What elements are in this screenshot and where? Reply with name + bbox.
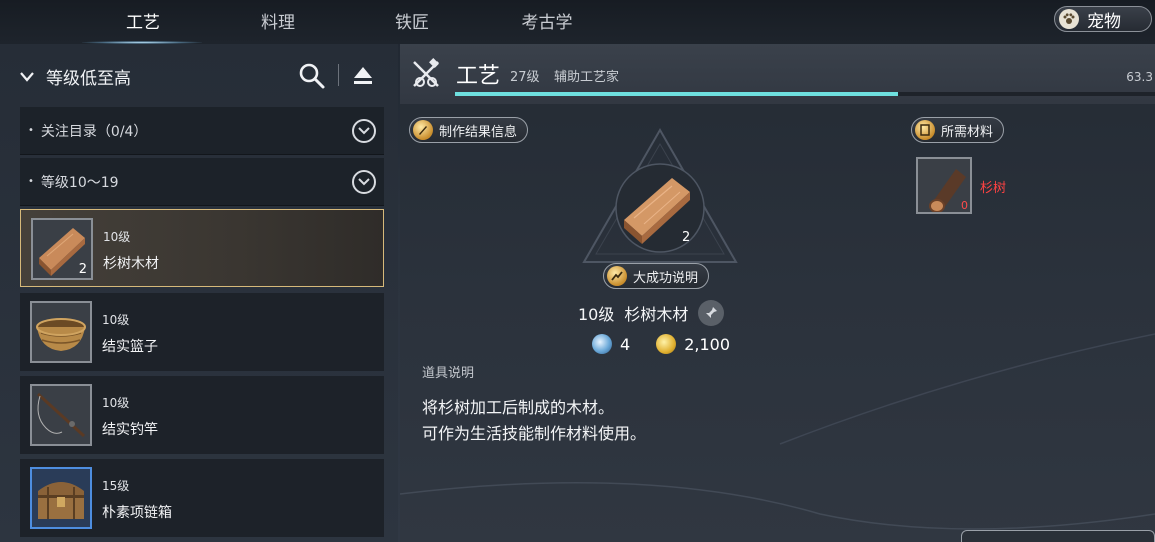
quill-icon <box>413 120 433 140</box>
craft-cost: 4 2,100 <box>592 334 756 354</box>
divider <box>338 64 339 86</box>
item-name: 朴素项链箱 <box>102 505 172 521</box>
paw-icon <box>1059 9 1079 29</box>
item-description-line: 可作为生活技能制作材料使用。 <box>422 424 647 443</box>
cost-points: 4 <box>620 334 631 354</box>
tab-cooking[interactable]: 料理 <box>233 8 323 34</box>
tab-crafting[interactable]: 工艺 <box>98 8 188 34</box>
trend-up-icon <box>607 266 627 286</box>
great-success-label: 大成功说明 <box>633 270 699 286</box>
item-thumbnail <box>30 384 92 446</box>
result-quantity: 2 <box>682 230 691 245</box>
material-quantity: 0 <box>961 199 968 212</box>
chevron-down-icon <box>352 170 376 194</box>
result-item-name: 杉树木材 <box>624 305 689 324</box>
item-level: 10级 <box>102 396 130 410</box>
sort-label: 等级低至高 <box>46 69 131 89</box>
skill-progress-bar <box>455 92 1155 96</box>
fishing-rod-icon <box>36 392 86 438</box>
result-title-row: 10级 杉树木材 <box>578 300 725 326</box>
bottom-action-button[interactable] <box>961 530 1155 542</box>
chevron-down-icon <box>20 68 34 86</box>
craft-detail-panel: 工艺 27级 辅助工艺家 63.3 制作结果信息 2 大成功说明 10级 杉树木… <box>400 44 1155 542</box>
group-label: 等级10～19 <box>40 174 119 191</box>
sort-dropdown[interactable]: 等级低至高 <box>20 64 131 89</box>
pet-button[interactable]: 宠物 <box>1054 6 1152 32</box>
skill-name: 工艺 <box>456 64 501 89</box>
cost-gold: 2,100 <box>684 334 730 354</box>
required-materials-label: 所需材料 <box>941 124 994 140</box>
item-level: 10级 <box>103 230 131 244</box>
list-item[interactable]: 10级 结实钓竿 <box>20 376 384 454</box>
material-name: 杉树 <box>980 181 1007 196</box>
energy-point-icon <box>592 334 612 354</box>
item-level: 15级 <box>102 479 130 493</box>
search-icon[interactable] <box>298 62 326 90</box>
result-info-button[interactable]: 制作结果信息 <box>409 117 529 143</box>
item-level: 10级 <box>102 313 130 327</box>
gold-coin-icon <box>656 334 677 354</box>
crafting-tools-icon <box>410 58 442 90</box>
sort-order-icon[interactable] <box>352 64 374 86</box>
tab-archaeology[interactable]: 考古学 <box>502 8 592 34</box>
item-thumbnail: 2 <box>31 218 93 280</box>
chest-icon <box>38 482 84 519</box>
skill-header: 工艺 27级 辅助工艺家 63.3 <box>400 44 1155 104</box>
pet-button-label: 宠物 <box>1087 11 1121 32</box>
skill-progress-text: 63.3 <box>1126 70 1153 84</box>
list-item[interactable]: 2 10级 杉树木材 <box>20 209 384 287</box>
top-tab-bar: 工艺 料理 铁匠 考古学 宠物 <box>0 0 1155 44</box>
skill-rank-title: 辅助工艺家 <box>554 70 620 85</box>
item-description-title: 道具说明 <box>422 366 475 381</box>
chevron-down-icon <box>352 119 376 143</box>
result-item-level: 10级 <box>578 305 615 324</box>
list-item[interactable]: 15级 朴素项链箱 <box>20 459 384 537</box>
skill-level: 27级 <box>510 70 540 85</box>
item-thumbnail <box>30 301 92 363</box>
material-slot[interactable]: 0 <box>916 157 972 214</box>
group-favorites[interactable]: • 关注目录（0/4） <box>20 107 384 155</box>
sort-bar: 等级低至高 <box>0 44 398 106</box>
great-success-info-button[interactable]: 大成功说明 <box>603 263 710 289</box>
pin-icon[interactable] <box>698 300 725 326</box>
tab-blacksmith[interactable]: 铁匠 <box>367 8 457 34</box>
item-description-line: 将杉树加工后制成的木材。 <box>422 398 615 417</box>
item-name: 杉树木材 <box>103 256 159 272</box>
required-materials-button[interactable]: 所需材料 <box>911 117 1005 143</box>
group-label: 关注目录（0/4） <box>40 123 148 140</box>
item-thumbnail <box>30 467 92 529</box>
item-quantity: 2 <box>78 262 87 277</box>
basket-icon <box>36 318 86 351</box>
list-item[interactable]: 10级 结实篮子 <box>20 293 384 371</box>
recipe-list-panel: 等级低至高 • 关注目录（0/4） • 等级10～19 2 10级 杉树木材 1… <box>0 44 398 542</box>
item-name: 结实钓竿 <box>102 422 158 438</box>
item-name: 结实篮子 <box>102 339 158 355</box>
result-info-label: 制作结果信息 <box>439 124 518 140</box>
group-level-10-19[interactable]: • 等级10～19 <box>20 158 384 206</box>
skill-progress-fill <box>455 92 899 96</box>
note-icon <box>915 120 935 140</box>
